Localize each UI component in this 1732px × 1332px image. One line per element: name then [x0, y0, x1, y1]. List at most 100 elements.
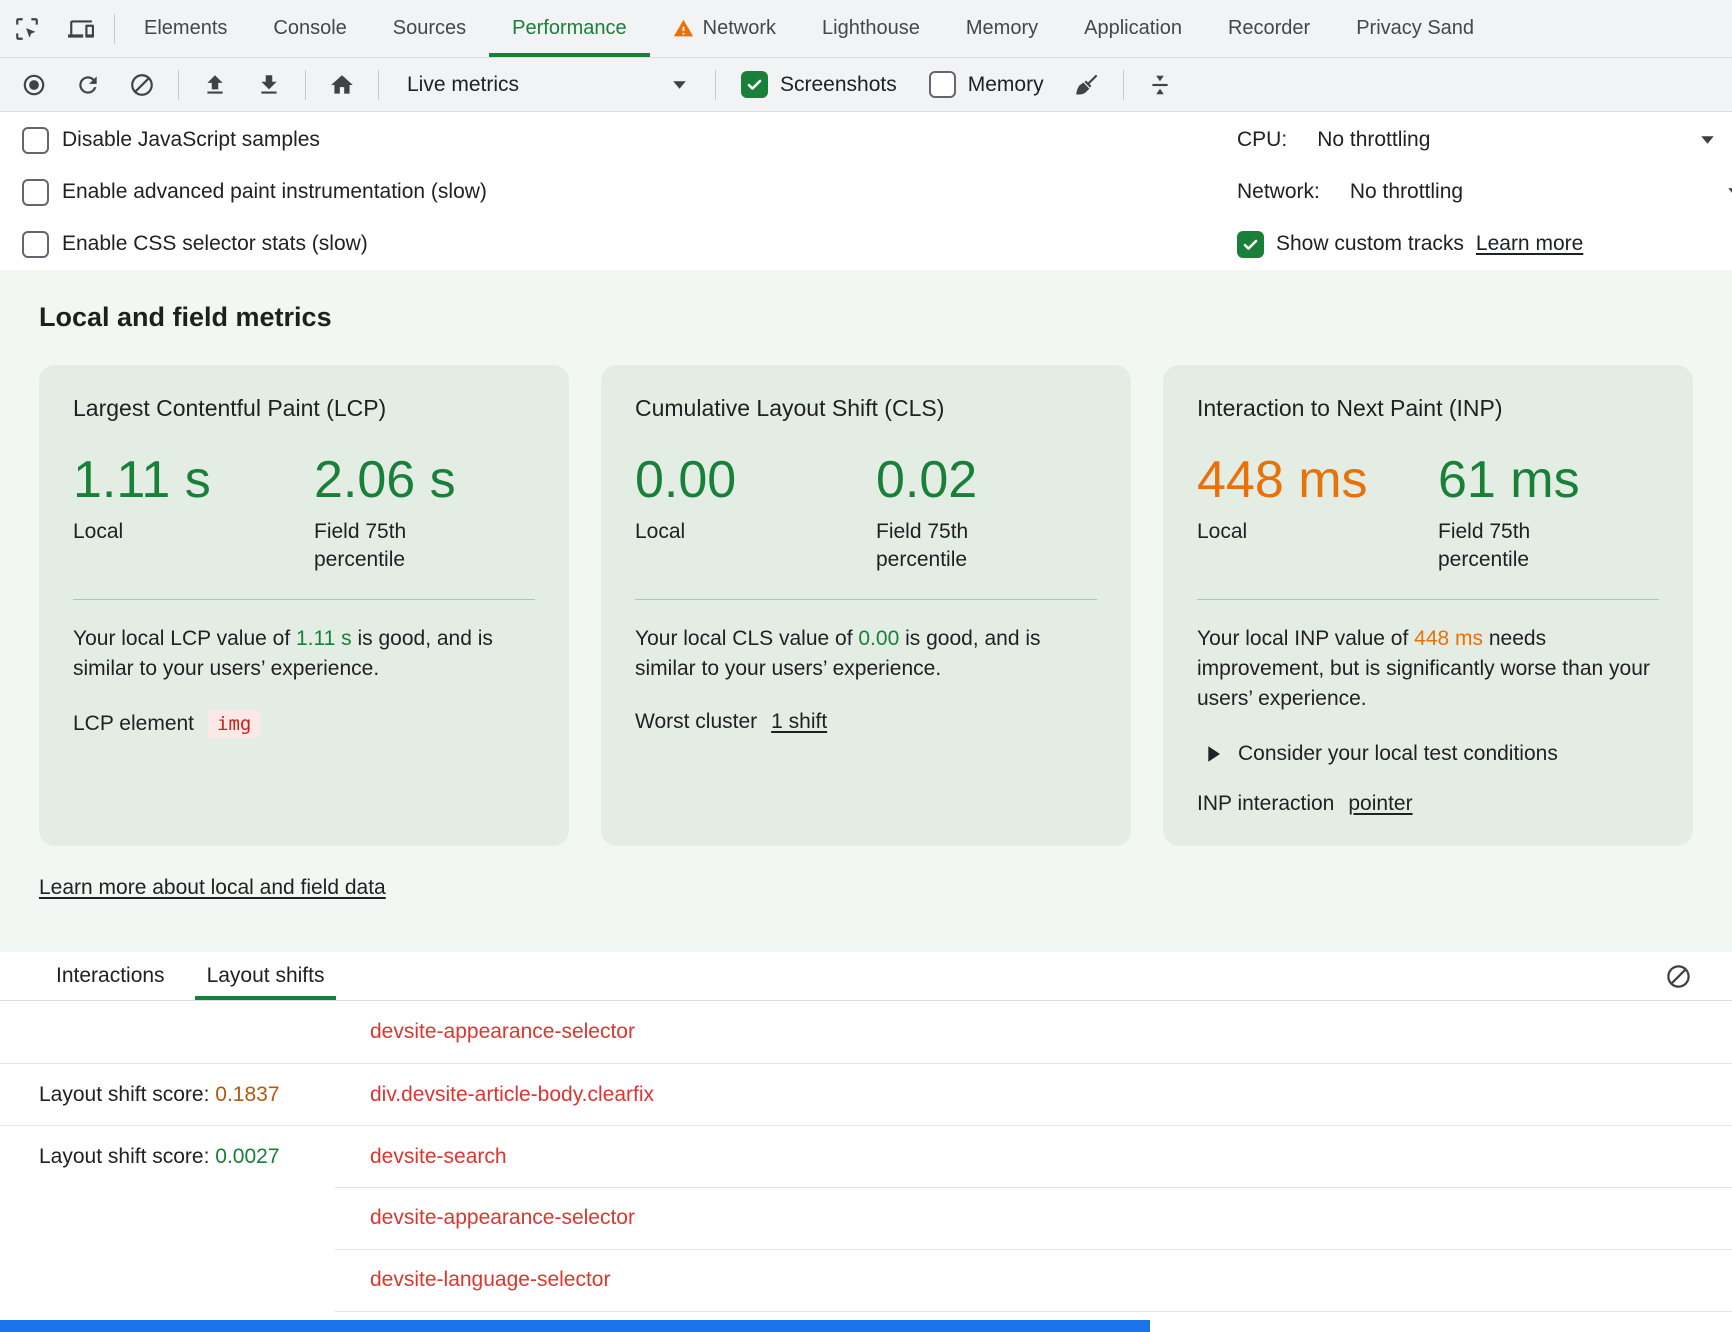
checkbox-unchecked-icon — [929, 71, 956, 98]
element-link[interactable]: devsite-search — [370, 1145, 507, 1169]
card-footer: INP interaction pointer — [1197, 792, 1659, 816]
learn-more-local-field-link[interactable]: Learn more about local and field data — [39, 876, 386, 900]
inp-interaction-link[interactable]: pointer — [1348, 792, 1412, 816]
card-title: Interaction to Next Paint (INP) — [1197, 395, 1659, 422]
desc-value: 0.00 — [858, 627, 899, 650]
tab-elements[interactable]: Elements — [121, 0, 250, 57]
warning-icon — [673, 18, 694, 39]
tab-memory[interactable]: Memory — [943, 0, 1061, 57]
reload-record-button[interactable] — [64, 63, 112, 107]
load-profile-button[interactable] — [191, 63, 239, 107]
network-throttling-value: No throttling — [1350, 180, 1463, 204]
memory-label: Memory — [968, 73, 1044, 97]
network-throttling-select[interactable]: Network: No throttling — [1237, 166, 1732, 218]
element-link[interactable]: devsite-appearance-selector — [370, 1206, 635, 1230]
layout-shift-row[interactable]: devsite-appearance-selector — [0, 1187, 1732, 1249]
worst-cluster-link[interactable]: 1 shift — [771, 710, 827, 734]
devtools-tabbar: Elements Console Sources Performance Net… — [0, 0, 1732, 58]
local-value: 0.00 — [635, 450, 876, 510]
local-value: 448 ms — [1197, 450, 1438, 510]
tab-network[interactable]: Network — [650, 0, 799, 57]
tab-label: Lighthouse — [822, 17, 920, 40]
divider — [1123, 70, 1124, 100]
setting-label: Enable CSS selector stats (slow) — [62, 232, 368, 256]
local-test-conditions-disclosure[interactable]: Consider your local test conditions — [1197, 742, 1659, 766]
chevron-down-icon — [672, 80, 687, 90]
clear-log-button[interactable] — [1665, 963, 1692, 990]
device-toolbar-button[interactable] — [54, 0, 108, 57]
field-value: 2.06 s — [314, 450, 456, 510]
history-dropdown[interactable]: Live metrics — [391, 73, 703, 97]
element-link[interactable]: div.devsite-article-body.clearfix — [370, 1083, 654, 1107]
triangle-right-icon — [1207, 746, 1220, 762]
score-cell: Layout shift score: 0.1837 — [0, 1083, 370, 1107]
card-footer: LCP element img — [73, 710, 535, 738]
section-heading: Local and field metrics — [39, 302, 1693, 333]
learn-more-link[interactable]: Learn more — [1476, 232, 1583, 256]
score-value: 0.1837 — [215, 1083, 279, 1106]
local-metric: 0.00 Local — [635, 450, 876, 573]
tab-console[interactable]: Console — [250, 0, 369, 57]
save-profile-button[interactable] — [245, 63, 293, 107]
clear-button[interactable] — [118, 63, 166, 107]
local-label: Local — [73, 518, 314, 546]
record-button[interactable] — [10, 63, 58, 107]
field-label: Field 75th percentile — [876, 518, 1006, 573]
card-footer: Worst cluster 1 shift — [635, 710, 1097, 734]
tab-label: Privacy Sand — [1356, 17, 1474, 40]
tab-recorder[interactable]: Recorder — [1205, 0, 1333, 57]
tab-application[interactable]: Application — [1061, 0, 1205, 57]
tab-label: Console — [273, 17, 346, 40]
tab-label: Application — [1084, 17, 1182, 40]
element-link[interactable]: devsite-language-selector — [370, 1268, 610, 1292]
field-label: Field 75th percentile — [314, 518, 444, 573]
divider — [73, 599, 535, 600]
lcp-element-badge[interactable]: img — [208, 710, 260, 738]
score-value: 0.0027 — [215, 1145, 279, 1168]
footer-label: INP interaction — [1197, 792, 1334, 816]
field-metric: 0.02 Field 75th percentile — [876, 450, 1006, 573]
metric-values: 448 ms Local 61 ms Field 75th percentile — [1197, 450, 1659, 573]
collect-garbage-button[interactable] — [1063, 63, 1111, 107]
collapse-button[interactable] — [1136, 63, 1184, 107]
tab-sources[interactable]: Sources — [370, 0, 489, 57]
layout-shift-row[interactable]: Layout shift score: 0.0027 devsite-searc… — [0, 1125, 1732, 1187]
tab-lighthouse[interactable]: Lighthouse — [799, 0, 943, 57]
tab-label: Layout shifts — [207, 964, 325, 988]
checkbox-unchecked-icon — [22, 179, 49, 206]
divider — [305, 70, 306, 100]
card-description: Your local INP value of 448 ms needs imp… — [1197, 624, 1659, 713]
network-label: Network: — [1237, 180, 1320, 204]
element-link[interactable]: devsite-appearance-selector — [370, 1020, 635, 1044]
layout-shift-row[interactable]: devsite-language-selector — [0, 1249, 1732, 1311]
tab-interactions[interactable]: Interactions — [44, 952, 177, 1000]
local-label: Local — [635, 518, 876, 546]
live-metrics-home-button[interactable] — [318, 63, 366, 107]
tab-label: Sources — [393, 17, 466, 40]
tab-label: Elements — [144, 17, 227, 40]
layout-shift-row[interactable]: devsite-appearance-selector — [0, 1001, 1732, 1063]
divider — [715, 70, 716, 100]
selected-row-indicator[interactable] — [0, 1320, 1150, 1332]
tab-privacy-sandbox[interactable]: Privacy Sand — [1333, 0, 1497, 57]
cpu-throttling-select[interactable]: CPU: No throttling — [1237, 114, 1715, 166]
memory-checkbox[interactable]: Memory — [916, 71, 1057, 98]
device-toolbar-icon — [68, 16, 94, 42]
score-label: Layout shift score: — [39, 1145, 209, 1168]
divider — [635, 599, 1097, 600]
metric-cards: Largest Contentful Paint (LCP) 1.11 s Lo… — [39, 365, 1693, 846]
inspect-element-button[interactable] — [0, 0, 54, 57]
block-icon — [129, 72, 155, 98]
tab-layout-shifts[interactable]: Layout shifts — [195, 952, 337, 1000]
layout-shift-row[interactable]: Layout shift score: 0.1837 div.devsite-a… — [0, 1063, 1732, 1125]
chevron-down-icon — [1700, 135, 1715, 145]
desc-text: Your local CLS value of — [635, 627, 858, 650]
lcp-card: Largest Contentful Paint (LCP) 1.11 s Lo… — [39, 365, 569, 846]
tab-performance[interactable]: Performance — [489, 0, 650, 57]
desc-value: 1.11 s — [296, 627, 352, 650]
cls-card: Cumulative Layout Shift (CLS) 0.00 Local… — [601, 365, 1131, 846]
screenshots-checkbox[interactable]: Screenshots — [728, 71, 910, 98]
record-icon — [21, 72, 47, 98]
show-custom-tracks-checkbox[interactable]: Show custom tracks — [1237, 231, 1464, 258]
local-metric: 448 ms Local — [1197, 450, 1438, 573]
